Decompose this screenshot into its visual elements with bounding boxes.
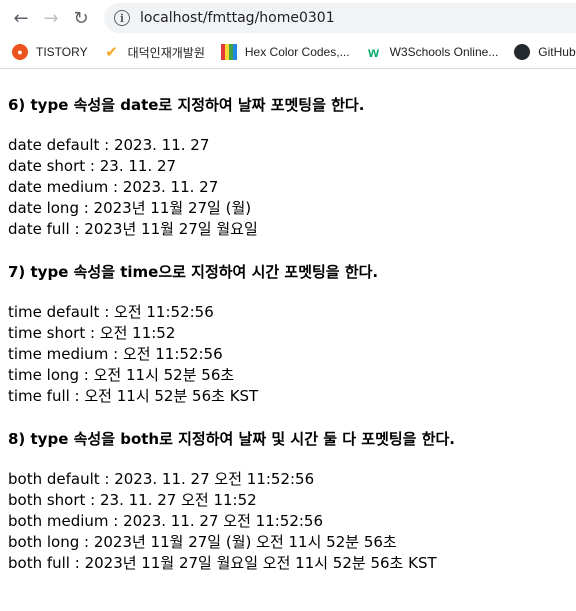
section-heading: 8) type 속성을 both로 지정하여 날짜 및 시간 둘 다 포멧팅을 …	[8, 430, 455, 448]
github-icon	[514, 44, 531, 60]
output-line: date medium : 2023. 11. 27	[8, 178, 219, 196]
reload-icon[interactable]: ↻	[66, 3, 96, 33]
section-heading: 7) type 속성을 time으로 지정하여 시간 포멧팅을 한다.	[8, 263, 379, 281]
bookmark-hex-color[interactable]: Hex Color Codes,...	[220, 44, 350, 60]
browser-toolbar: ← → ↻ i localhost/fmttag/home0301	[0, 0, 576, 36]
back-icon[interactable]: ←	[6, 3, 36, 33]
output-line: time long : 오전 11시 52분 56초	[8, 366, 235, 384]
bookmark-label: W3Schools Online...	[389, 45, 499, 59]
output-line: both short : 23. 11. 27 오전 11:52	[8, 491, 257, 509]
output-line: time full : 오전 11시 52분 56초 KST	[8, 387, 259, 405]
output-line: date long : 2023년 11월 27일 (월)	[8, 199, 252, 217]
w3schools-icon: w	[368, 44, 380, 60]
bookmark-label: GitHub	[538, 45, 576, 59]
daedeok-icon: ✔	[105, 44, 118, 61]
section-time: 7) type 속성을 time으로 지정하여 시간 포멧팅을 한다. time…	[8, 262, 568, 407]
output-line: date short : 23. 11. 27	[8, 157, 177, 175]
bookmark-tistory[interactable]: ● TISTORY	[12, 44, 88, 60]
bookmark-label: Hex Color Codes,...	[244, 45, 350, 59]
site-info-icon[interactable]: i	[114, 10, 130, 26]
output-line: both full : 2023년 11월 27일 월요일 오전 11시 52분…	[8, 554, 437, 572]
bookmark-w3schools[interactable]: w W3Schools Online...	[366, 44, 499, 60]
bookmark-label: TISTORY	[36, 45, 88, 59]
bookmarks-bar: ● TISTORY ✔ 대덕인재개발원 Hex Color Codes,... …	[0, 36, 576, 69]
section-both: 8) type 속성을 both로 지정하여 날짜 및 시간 둘 다 포멧팅을 …	[8, 429, 568, 574]
output-line: both long : 2023년 11월 27일 (월) 오전 11시 52분…	[8, 533, 397, 551]
url-text: localhost/fmttag/home0301	[140, 10, 335, 26]
output-line: both medium : 2023. 11. 27 오전 11:52:56	[8, 512, 324, 530]
output-line: date default : 2023. 11. 27	[8, 136, 210, 154]
forward-icon[interactable]: →	[36, 3, 66, 33]
output-line: both default : 2023. 11. 27 오전 11:52:56	[8, 470, 315, 488]
section-heading: 6) type 속성을 date로 지정하여 날짜 포멧팅을 한다.	[8, 96, 365, 114]
output-line: time short : 오전 11:52	[8, 324, 176, 342]
output-line: time default : 오전 11:52:56	[8, 303, 214, 321]
hex-color-icon	[220, 44, 237, 60]
output-line: date full : 2023년 11월 27일 월요일	[8, 220, 258, 238]
bookmark-label: 대덕인재개발원	[127, 45, 205, 60]
output-line: time medium : 오전 11:52:56	[8, 345, 223, 363]
section-date: 6) type 속성을 date로 지정하여 날짜 포멧팅을 한다. date …	[8, 95, 568, 240]
tistory-icon: ●	[12, 44, 28, 60]
page-content: 6) type 속성을 date로 지정하여 날짜 포멧팅을 한다. date …	[0, 69, 576, 574]
address-bar[interactable]: i localhost/fmttag/home0301	[104, 3, 576, 33]
bookmark-daedeok[interactable]: ✔ 대덕인재개발원	[104, 44, 205, 61]
bookmark-github[interactable]: GitHub	[514, 44, 576, 60]
